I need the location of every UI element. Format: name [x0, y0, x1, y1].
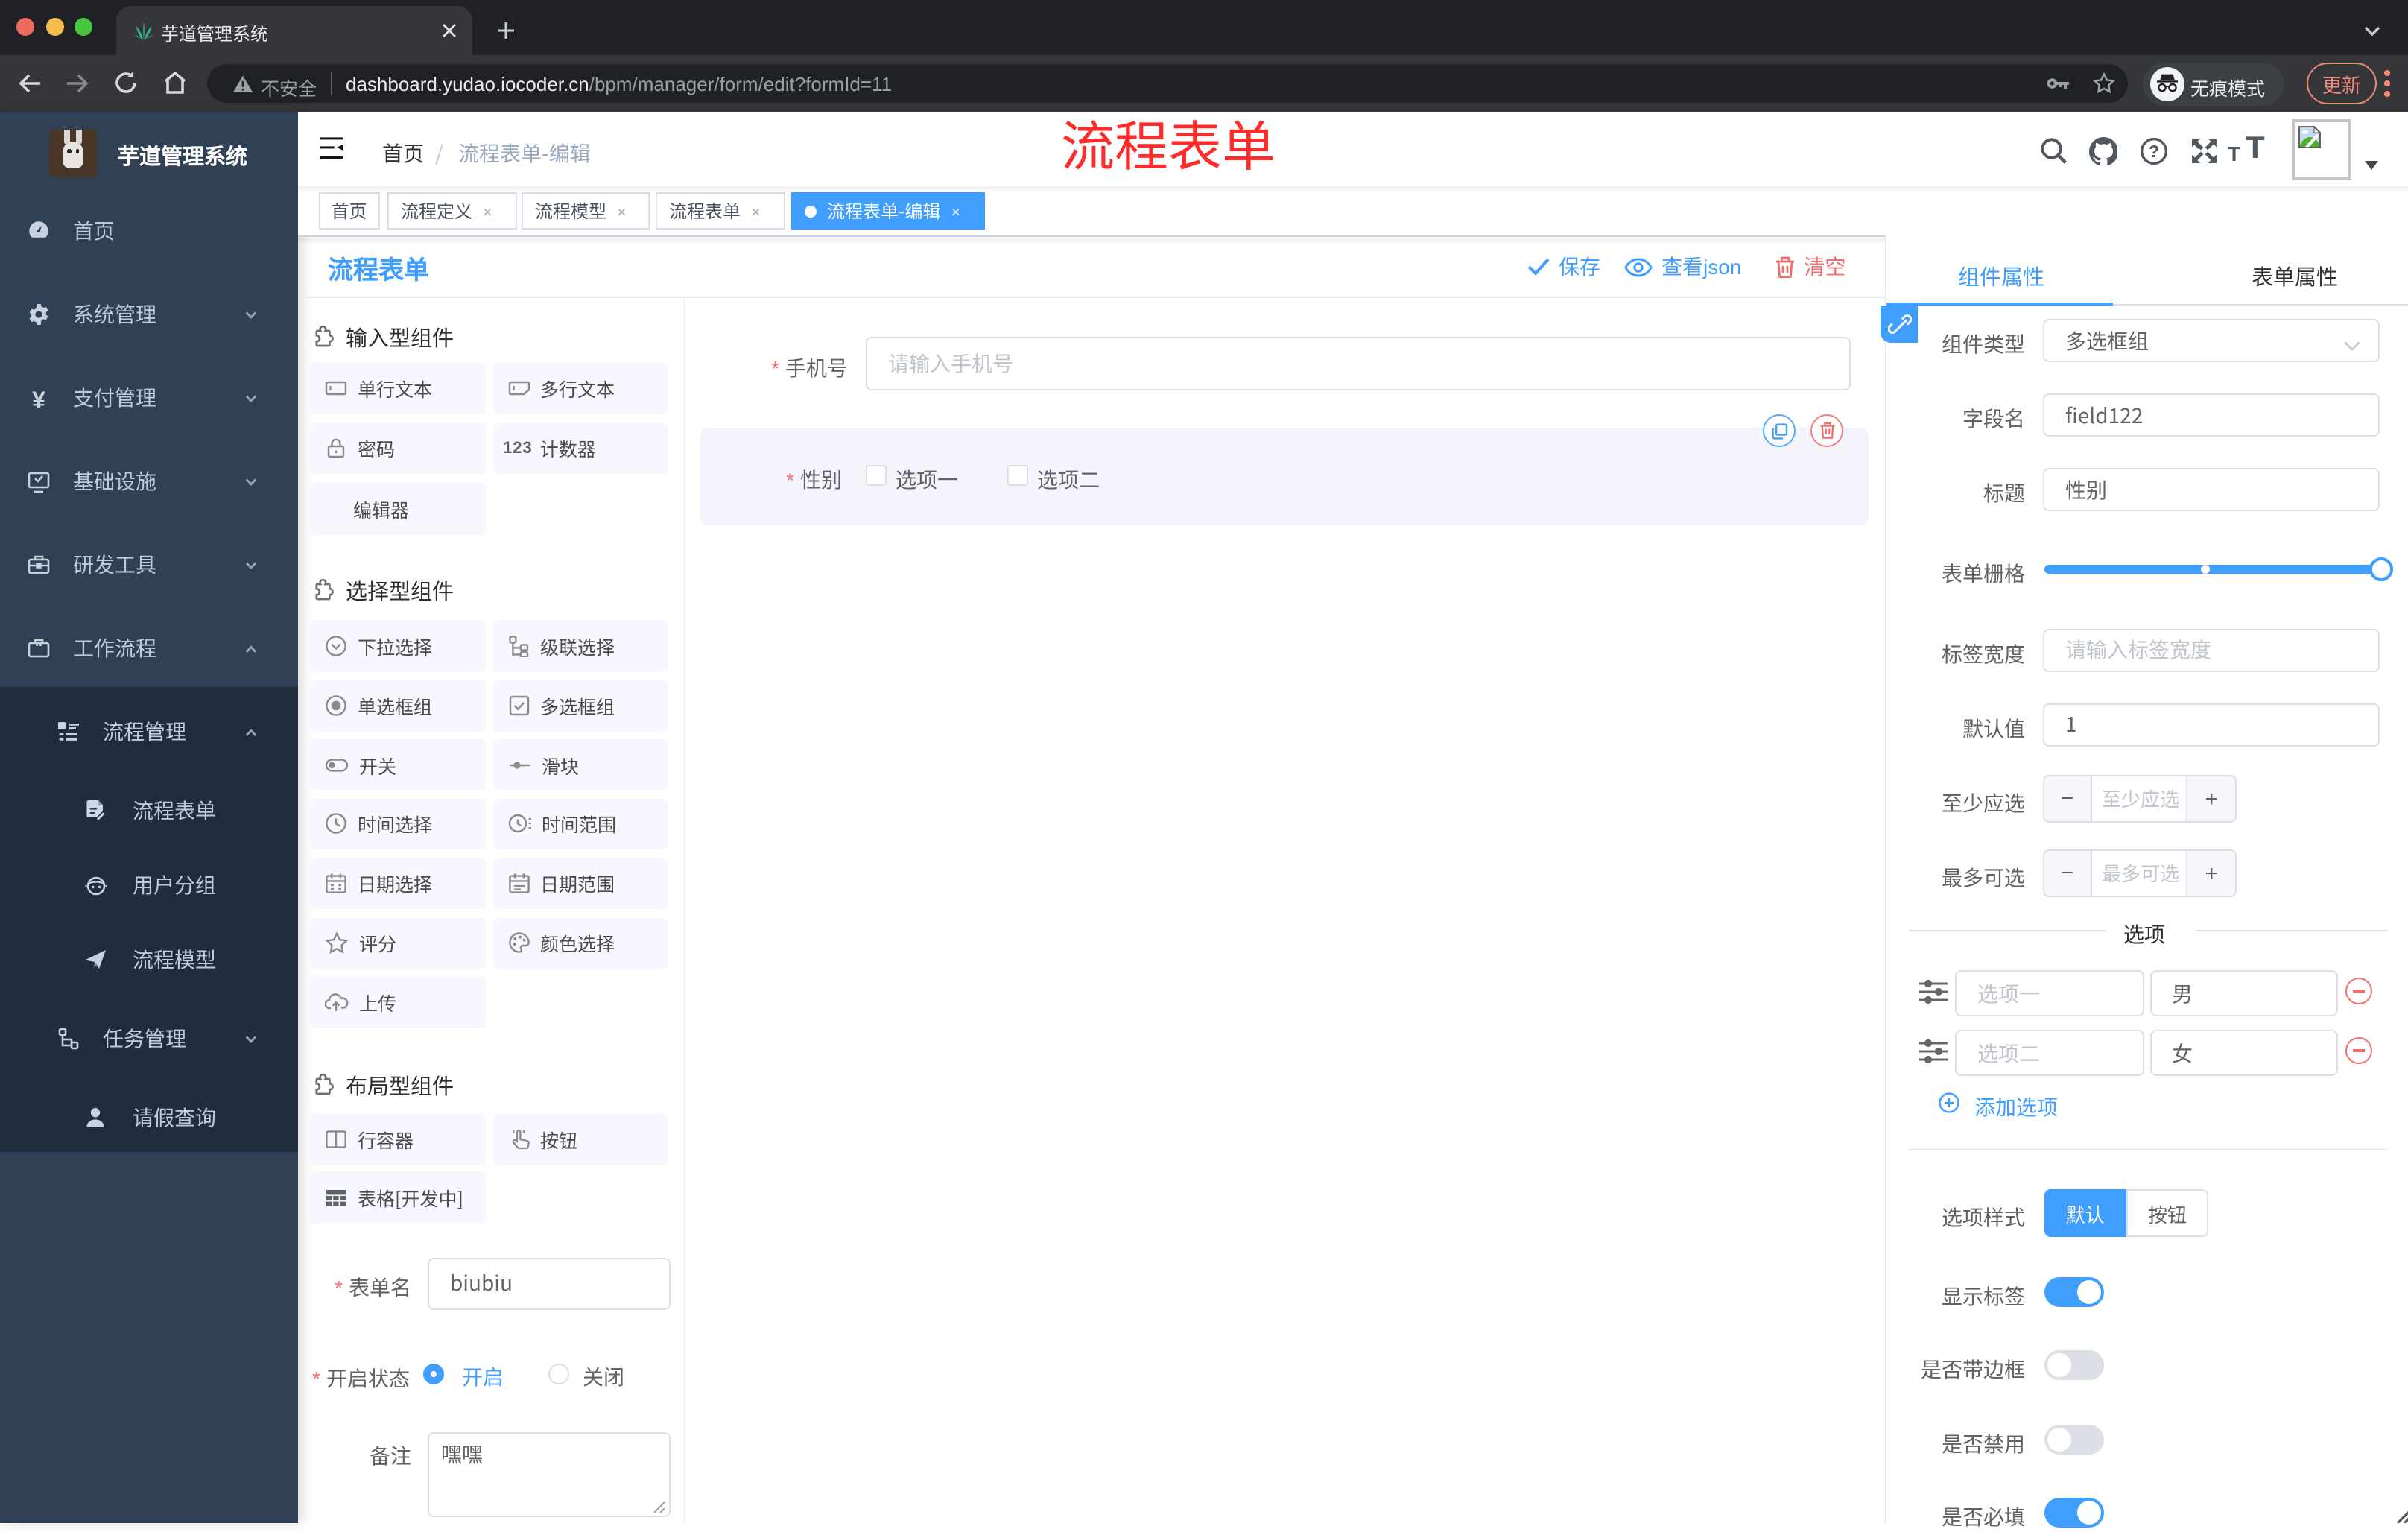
svg-text:?: ? [2149, 142, 2159, 161]
